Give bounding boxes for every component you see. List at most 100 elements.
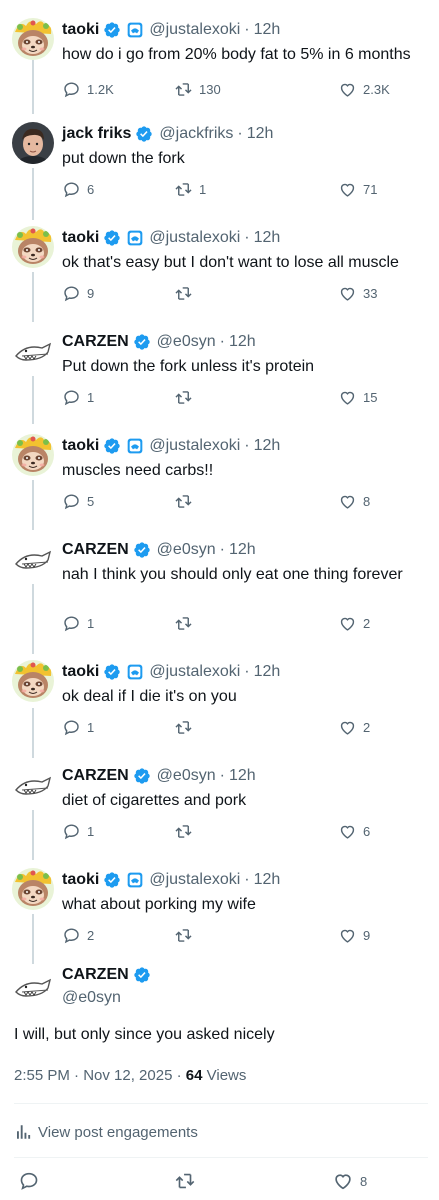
tweet-header: CARZEN @e0syn · 12h	[62, 331, 256, 353]
like-button[interactable]: 2	[338, 718, 370, 737]
like-count: 2	[363, 720, 371, 735]
retweet-icon	[175, 391, 192, 404]
like-button[interactable]: 8	[332, 1170, 367, 1192]
author-handle[interactable]: @justalexoki	[149, 871, 240, 889]
views-label: Views	[206, 1067, 247, 1084]
tweet-time[interactable]: 12h	[254, 437, 281, 455]
heart-icon	[335, 1174, 351, 1190]
thread-line	[32, 60, 34, 114]
author-handle[interactable]: @e0syn	[157, 333, 216, 351]
separator-dot: ·	[219, 333, 225, 350]
tweet-time[interactable]: 12h	[254, 229, 281, 247]
retweet-button[interactable]: 130	[174, 80, 221, 99]
like-button[interactable]: 15	[338, 388, 377, 407]
like-button[interactable]: 2.3K	[338, 80, 390, 99]
avatar-sloth[interactable]	[12, 660, 54, 702]
reply-button[interactable]: 1	[62, 388, 94, 407]
tweet-text: nah I think you should only eat one thin…	[62, 566, 403, 583]
like-button[interactable]: 2	[338, 614, 370, 633]
avatar-shark[interactable]	[12, 764, 54, 806]
avatar-person[interactable]	[12, 122, 54, 164]
retweet-button[interactable]	[174, 718, 199, 737]
verified-badge-icon	[104, 22, 121, 38]
retweet-button[interactable]	[174, 388, 199, 407]
reply-button[interactable]: 1	[62, 614, 94, 633]
retweet-button[interactable]	[174, 822, 199, 841]
view-engagements-link[interactable]: View post engagements	[14, 1123, 198, 1141]
thread-line	[32, 584, 34, 654]
reply-button[interactable]: 6	[62, 180, 94, 199]
verified-badge-icon	[104, 872, 121, 888]
reply-button[interactable]: 5	[62, 492, 94, 511]
like-count: 9	[363, 928, 371, 943]
author-handle[interactable]: @justalexoki	[149, 437, 240, 455]
like-button[interactable]: 6	[338, 822, 370, 841]
divider	[14, 1157, 428, 1158]
retweet-button[interactable]	[174, 614, 199, 633]
reply-button[interactable]	[18, 1170, 46, 1192]
retweet-button[interactable]	[174, 492, 199, 511]
avatar-shark[interactable]	[12, 538, 54, 580]
main-action-bar: 8	[0, 1170, 439, 1194]
like-button[interactable]: 9	[338, 926, 370, 945]
avatar-sloth[interactable]	[12, 434, 54, 476]
tweet-time[interactable]: 12h	[229, 541, 256, 559]
reply-button[interactable]: 1	[62, 718, 94, 737]
tweet-time[interactable]: 12h	[254, 21, 281, 39]
like-count: 33	[363, 286, 378, 301]
tweet-time[interactable]: 12h	[254, 871, 281, 889]
avatar-sloth[interactable]	[12, 226, 54, 268]
author-handle[interactable]: @justalexoki	[149, 663, 240, 681]
main-author-name[interactable]: CARZEN	[62, 966, 129, 984]
retweet-button[interactable]: 1	[174, 180, 206, 199]
retweet-button[interactable]	[174, 284, 199, 303]
tweet-actions: 29	[62, 926, 422, 946]
author-name[interactable]: taoki	[62, 871, 99, 889]
tweet-time[interactable]: 12h	[247, 125, 274, 143]
avatar-sloth[interactable]	[12, 868, 54, 910]
reply-button[interactable]: 9	[62, 284, 94, 303]
heart-icon	[340, 287, 355, 301]
main-author-handle[interactable]: @e0syn	[62, 989, 121, 1007]
retweet-count: 1	[199, 182, 207, 197]
author-handle[interactable]: @justalexoki	[149, 21, 240, 39]
meta-separator: ·	[176, 1067, 182, 1084]
author-handle[interactable]: @e0syn	[157, 541, 216, 559]
author-handle[interactable]: @justalexoki	[149, 229, 240, 247]
like-count: 2	[363, 616, 371, 631]
avatar-shark[interactable]	[12, 330, 54, 372]
author-handle[interactable]: @e0syn	[157, 767, 216, 785]
tweet-text: what about porking my wife	[62, 896, 256, 913]
retweet-button[interactable]	[174, 926, 199, 945]
tweet-timestamp[interactable]: 2:55 PM · Nov 12, 2025	[14, 1067, 172, 1084]
author-name[interactable]: CARZEN	[62, 767, 129, 785]
author-name[interactable]: taoki	[62, 437, 99, 455]
like-button[interactable]: 33	[338, 284, 377, 303]
heart-icon	[340, 183, 355, 197]
author-name[interactable]: taoki	[62, 663, 99, 681]
author-name[interactable]: taoki	[62, 21, 99, 39]
reply-button[interactable]: 1	[62, 822, 94, 841]
author-handle[interactable]: @jackfriks	[159, 125, 233, 143]
avatar-carzen-main[interactable]	[12, 966, 54, 1008]
reply-count: 1	[87, 616, 95, 631]
author-name[interactable]: CARZEN	[62, 541, 129, 559]
tweet-actions: 58	[62, 492, 422, 512]
like-button[interactable]: 71	[338, 180, 377, 199]
author-name[interactable]: taoki	[62, 229, 99, 247]
reply-button[interactable]: 1.2K	[62, 80, 114, 99]
retweet-icon	[175, 617, 192, 630]
author-name[interactable]: CARZEN	[62, 333, 129, 351]
divider	[14, 1103, 428, 1104]
author-name[interactable]: jack friks	[62, 125, 131, 143]
tweet-time[interactable]: 12h	[229, 767, 256, 785]
main-tweet-author: CARZEN	[62, 966, 151, 984]
tweet-time[interactable]: 12h	[254, 663, 281, 681]
reply-button[interactable]: 2	[62, 926, 94, 945]
retweet-button[interactable]	[174, 1170, 202, 1192]
tweet-actions: 6 1 71	[62, 180, 422, 200]
reply-icon	[64, 720, 79, 736]
tweet-time[interactable]: 12h	[229, 333, 256, 351]
avatar-sloth[interactable]	[12, 18, 54, 60]
like-button[interactable]: 8	[338, 492, 370, 511]
